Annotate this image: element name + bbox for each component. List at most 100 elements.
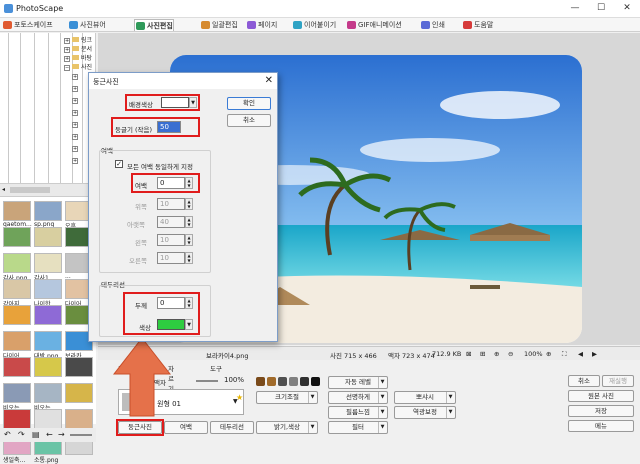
tree-node-collapsed[interactable]: + — [72, 145, 80, 152]
favorite-star-icon[interactable]: ★ — [236, 393, 243, 402]
rotate-right-icon[interactable]: ↷ — [18, 430, 25, 439]
fit-icon[interactable]: ⊠ — [466, 350, 471, 358]
tree-node-collapsed[interactable]: + — [72, 85, 80, 92]
dialog-cancel-button[interactable]: 취소 — [227, 114, 271, 127]
thumbnail[interactable] — [3, 409, 33, 429]
top-spinner[interactable]: ▲ ▼ — [185, 198, 193, 210]
frame-zoom-slider[interactable] — [196, 380, 218, 382]
filter-button[interactable]: 필터 ▼ — [328, 421, 388, 434]
tab-6[interactable]: GIF애니메이션 — [346, 19, 402, 31]
expand-icon[interactable]: + — [72, 146, 78, 152]
auto-level-dropdown-icon[interactable]: ▼ — [378, 377, 386, 388]
tree-node-collapsed[interactable]: + — [72, 133, 80, 140]
thumbnail[interactable] — [34, 227, 64, 247]
bottom-spinner[interactable]: ▲ ▼ — [185, 216, 193, 228]
tree-node[interactable]: + 문서 — [64, 44, 92, 53]
expand-icon[interactable]: + — [72, 98, 78, 104]
sharpen-dropdown-icon[interactable]: ▼ — [378, 392, 386, 403]
same-margin-checkbox[interactable]: ✓ — [115, 160, 123, 168]
thumbnail[interactable] — [34, 305, 64, 325]
thumbnail[interactable]: 다이어... — [3, 331, 33, 360]
margin-button[interactable]: 여백 — [164, 421, 208, 434]
scroll-thumb[interactable] — [10, 187, 50, 193]
brightness-dropdown-icon[interactable]: ▼ — [308, 422, 316, 433]
save-button[interactable]: 저장 — [568, 405, 634, 417]
tab-2[interactable]: 사진편집 — [134, 19, 174, 31]
folder-tree[interactable]: + 링크 + 문서 + 바탕 − 사진 + + + + + + + + — [0, 33, 96, 183]
tree-node-collapsed[interactable]: + — [72, 97, 80, 104]
brightness-button[interactable]: 밝기,색상 ▼ — [256, 421, 318, 434]
backlight-dropdown-icon[interactable]: ▼ — [446, 407, 454, 418]
thumbnail[interactable] — [3, 357, 33, 377]
tab-7[interactable]: 인쇄 — [420, 19, 445, 31]
expand-icon[interactable]: + — [72, 158, 78, 164]
thumbnail[interactable] — [34, 409, 64, 429]
actual-size-icon[interactable]: ⊞ — [480, 350, 485, 358]
expand-icon[interactable]: − — [64, 65, 70, 71]
right-input[interactable]: 10 — [157, 252, 185, 264]
film-button[interactable]: 필름느낌 ▼ — [328, 406, 388, 419]
thumbnail[interactable]: 강아지... — [3, 279, 33, 308]
tab-3[interactable]: 일괄편집 — [200, 19, 238, 31]
back-arrow-icon[interactable]: ← — [46, 430, 53, 439]
zoom-out-icon[interactable]: ⊖ — [508, 350, 513, 358]
fullscreen-icon[interactable]: ⛶ — [562, 350, 567, 359]
right-spinner[interactable]: ▲ ▼ — [185, 252, 193, 264]
preset-6-icon[interactable] — [311, 377, 320, 386]
sharpen-button[interactable]: 선명하게 ▼ — [328, 391, 388, 404]
close-icon[interactable]: ✕ — [620, 3, 634, 13]
tab-8[interactable]: 도움말 — [462, 19, 493, 31]
thumbnail[interactable]: 감사1. — [34, 253, 64, 282]
preset-5-icon[interactable] — [300, 377, 309, 386]
preset-2-icon[interactable] — [267, 377, 276, 386]
wash-button[interactable]: 뽀샤시 ▼ — [394, 391, 456, 404]
tab-5[interactable]: 이어붙이기 — [292, 19, 336, 31]
thumbnail[interactable] — [65, 383, 95, 403]
thumbnail[interactable] — [3, 227, 33, 247]
expand-icon[interactable]: + — [72, 86, 78, 92]
thumbnail[interactable]: 대박.png — [34, 331, 64, 360]
expand-icon[interactable]: + — [72, 110, 78, 116]
resize-button[interactable]: 크기조절 ▼ — [256, 391, 318, 404]
top-input[interactable]: 10 — [157, 198, 185, 210]
minimize-icon[interactable]: — — [568, 3, 582, 13]
redo-button[interactable]: 재실행 — [602, 375, 634, 387]
expand-icon[interactable]: + — [72, 74, 78, 80]
preset-4-icon[interactable] — [289, 377, 298, 386]
filter-dropdown-icon[interactable]: ▼ — [378, 422, 386, 433]
bottom-input[interactable]: 40 — [157, 216, 185, 228]
thumbnail[interactable]: 감사.png — [3, 253, 33, 282]
expand-icon[interactable]: + — [72, 134, 78, 140]
zoom-in-icon[interactable]: ⊕ — [546, 350, 551, 358]
thumbnail[interactable]: qaetom... — [3, 201, 33, 228]
tree-node-collapsed[interactable]: + — [72, 121, 80, 128]
auto-level-button[interactable]: 자동 레벨 ▼ — [328, 376, 388, 389]
next-photo-icon[interactable]: ▶ — [592, 350, 597, 358]
tree-node[interactable]: + 링크 — [64, 35, 92, 44]
backlight-button[interactable]: 역광보정 ▼ — [394, 406, 456, 419]
tree-node[interactable]: − 사진 — [64, 62, 92, 71]
folder-icon[interactable]: ▤ — [32, 430, 40, 439]
tree-scrollbar[interactable]: ◂ — [0, 183, 96, 196]
original-photo-button[interactable]: 원본 사진 — [568, 390, 634, 402]
wash-dropdown-icon[interactable]: ▼ — [446, 392, 454, 403]
thumbnail[interactable]: 나이한... — [34, 279, 64, 308]
left-input[interactable]: 10 — [157, 234, 185, 246]
thumbnail[interactable] — [65, 409, 95, 429]
tab-4[interactable]: 페이지 — [246, 19, 277, 31]
zoom-icon[interactable]: ⊕ — [494, 350, 499, 358]
tab-1[interactable]: 사진뷰어 — [68, 19, 106, 31]
left-spinner[interactable]: ▲ ▼ — [185, 234, 193, 246]
thumbnail[interactable]: sp.png — [34, 201, 64, 228]
tree-node[interactable]: + 바탕 — [64, 53, 92, 62]
prev-photo-icon[interactable]: ◀ — [578, 350, 583, 358]
dialog-close-icon[interactable]: ✕ — [265, 75, 273, 86]
sub-tab-tools[interactable]: 도구 — [210, 363, 240, 373]
expand-icon[interactable]: + — [72, 122, 78, 128]
tab-0[interactable]: 포토스케이프 — [2, 19, 53, 31]
tree-node-collapsed[interactable]: + — [72, 73, 80, 80]
ok-button[interactable]: 확인 — [227, 97, 271, 110]
tree-node-collapsed[interactable]: + — [72, 157, 80, 164]
rotate-left-icon[interactable]: ↶ — [4, 430, 11, 439]
thumbnail[interactable] — [65, 357, 95, 377]
